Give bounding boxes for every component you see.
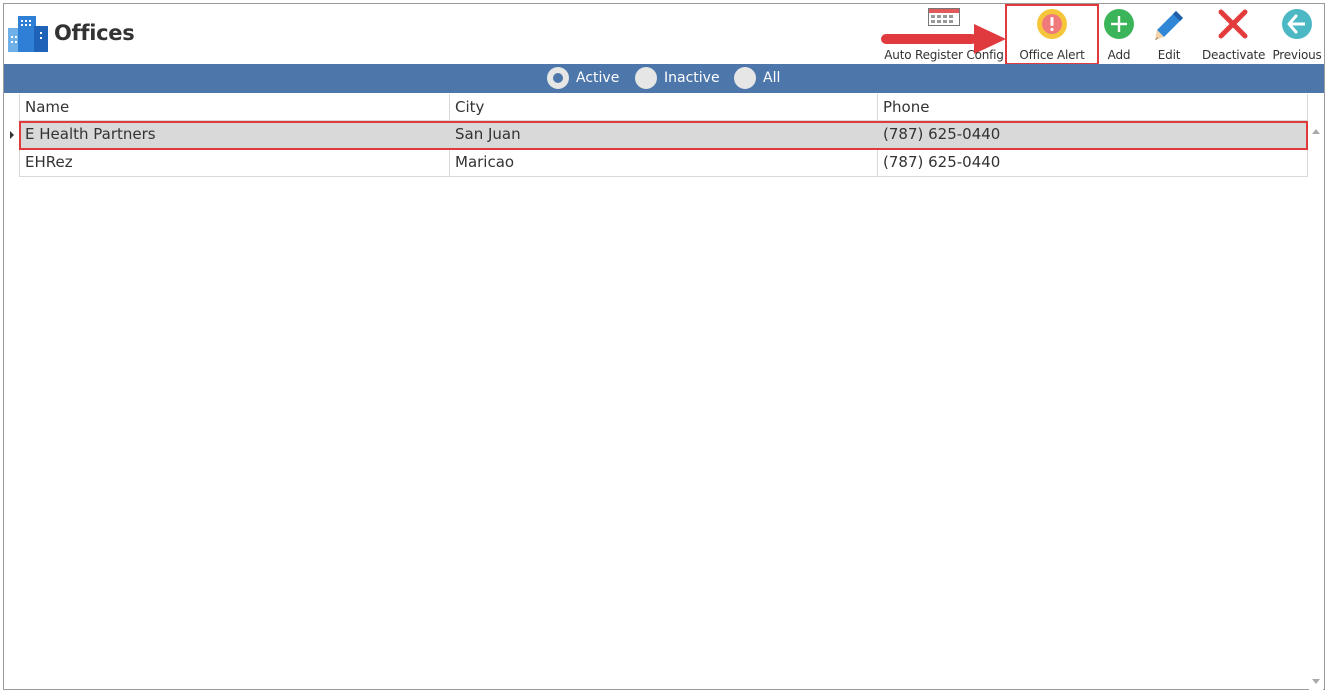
office-alert-highlight (1005, 4, 1099, 65)
cell-name: E Health Partners (19, 121, 449, 148)
pencil-icon (1155, 11, 1183, 40)
column-header-name[interactable]: Name (19, 94, 449, 120)
filter-all-label: All (763, 70, 781, 86)
column-header-phone[interactable]: Phone (877, 94, 1308, 120)
calendar-grid-icon (928, 8, 960, 26)
column-header-city[interactable]: City (449, 94, 877, 120)
arrow-left-icon (1282, 9, 1312, 39)
current-row-indicator-icon (10, 131, 14, 139)
radio-icon (635, 67, 657, 89)
filter-active-label: Active (576, 70, 620, 86)
filter-inactive-radio[interactable]: Inactive (635, 67, 720, 89)
offices-table: Name City Phone E Health Partners San Ju… (19, 94, 1308, 177)
deactivate-button[interactable]: Deactivate (1202, 7, 1266, 63)
radio-icon (734, 67, 756, 89)
deactivate-label: Deactivate (1202, 48, 1266, 62)
scroll-down-icon[interactable] (1312, 679, 1320, 684)
table-header-row: Name City Phone (19, 94, 1308, 121)
edit-button[interactable]: Edit (1149, 7, 1189, 63)
toolbar-header: Offices Auto Register Config Office Aler… (4, 4, 1324, 65)
add-button[interactable]: Add (1098, 7, 1140, 63)
radio-selected-icon (547, 67, 569, 89)
previous-label: Previous (1272, 48, 1322, 62)
add-label: Add (1107, 48, 1131, 62)
table-row[interactable]: EHRez Maricao (787) 625-0440 (19, 149, 1308, 177)
auto-register-config-label: Auto Register Config (884, 48, 1004, 62)
edit-label: Edit (1157, 48, 1181, 62)
filter-all-radio[interactable]: All (734, 67, 780, 89)
plus-icon (1104, 9, 1134, 39)
page-title: Offices (54, 21, 135, 45)
cell-phone: (787) 625-0440 (877, 149, 1308, 176)
status-filter-bar: Active Inactive All (4, 64, 1324, 93)
filter-inactive-label: Inactive (664, 70, 720, 86)
filter-active-radio[interactable]: Active (547, 67, 619, 89)
previous-button[interactable]: Previous (1270, 7, 1324, 63)
scroll-up-icon[interactable] (1312, 129, 1320, 134)
table-row[interactable]: E Health Partners San Juan (787) 625-044… (19, 121, 1308, 149)
cell-phone: (787) 625-0440 (877, 121, 1308, 148)
close-icon (1218, 9, 1248, 39)
cell-city: San Juan (449, 121, 877, 148)
offices-window: Offices Auto Register Config Office Aler… (3, 3, 1325, 690)
cell-name: EHRez (19, 149, 449, 176)
cell-city: Maricao (449, 149, 877, 176)
vertical-scrollbar[interactable] (1309, 94, 1323, 690)
office-buildings-icon (8, 16, 48, 52)
auto-register-config-button[interactable]: Auto Register Config (884, 7, 1004, 63)
